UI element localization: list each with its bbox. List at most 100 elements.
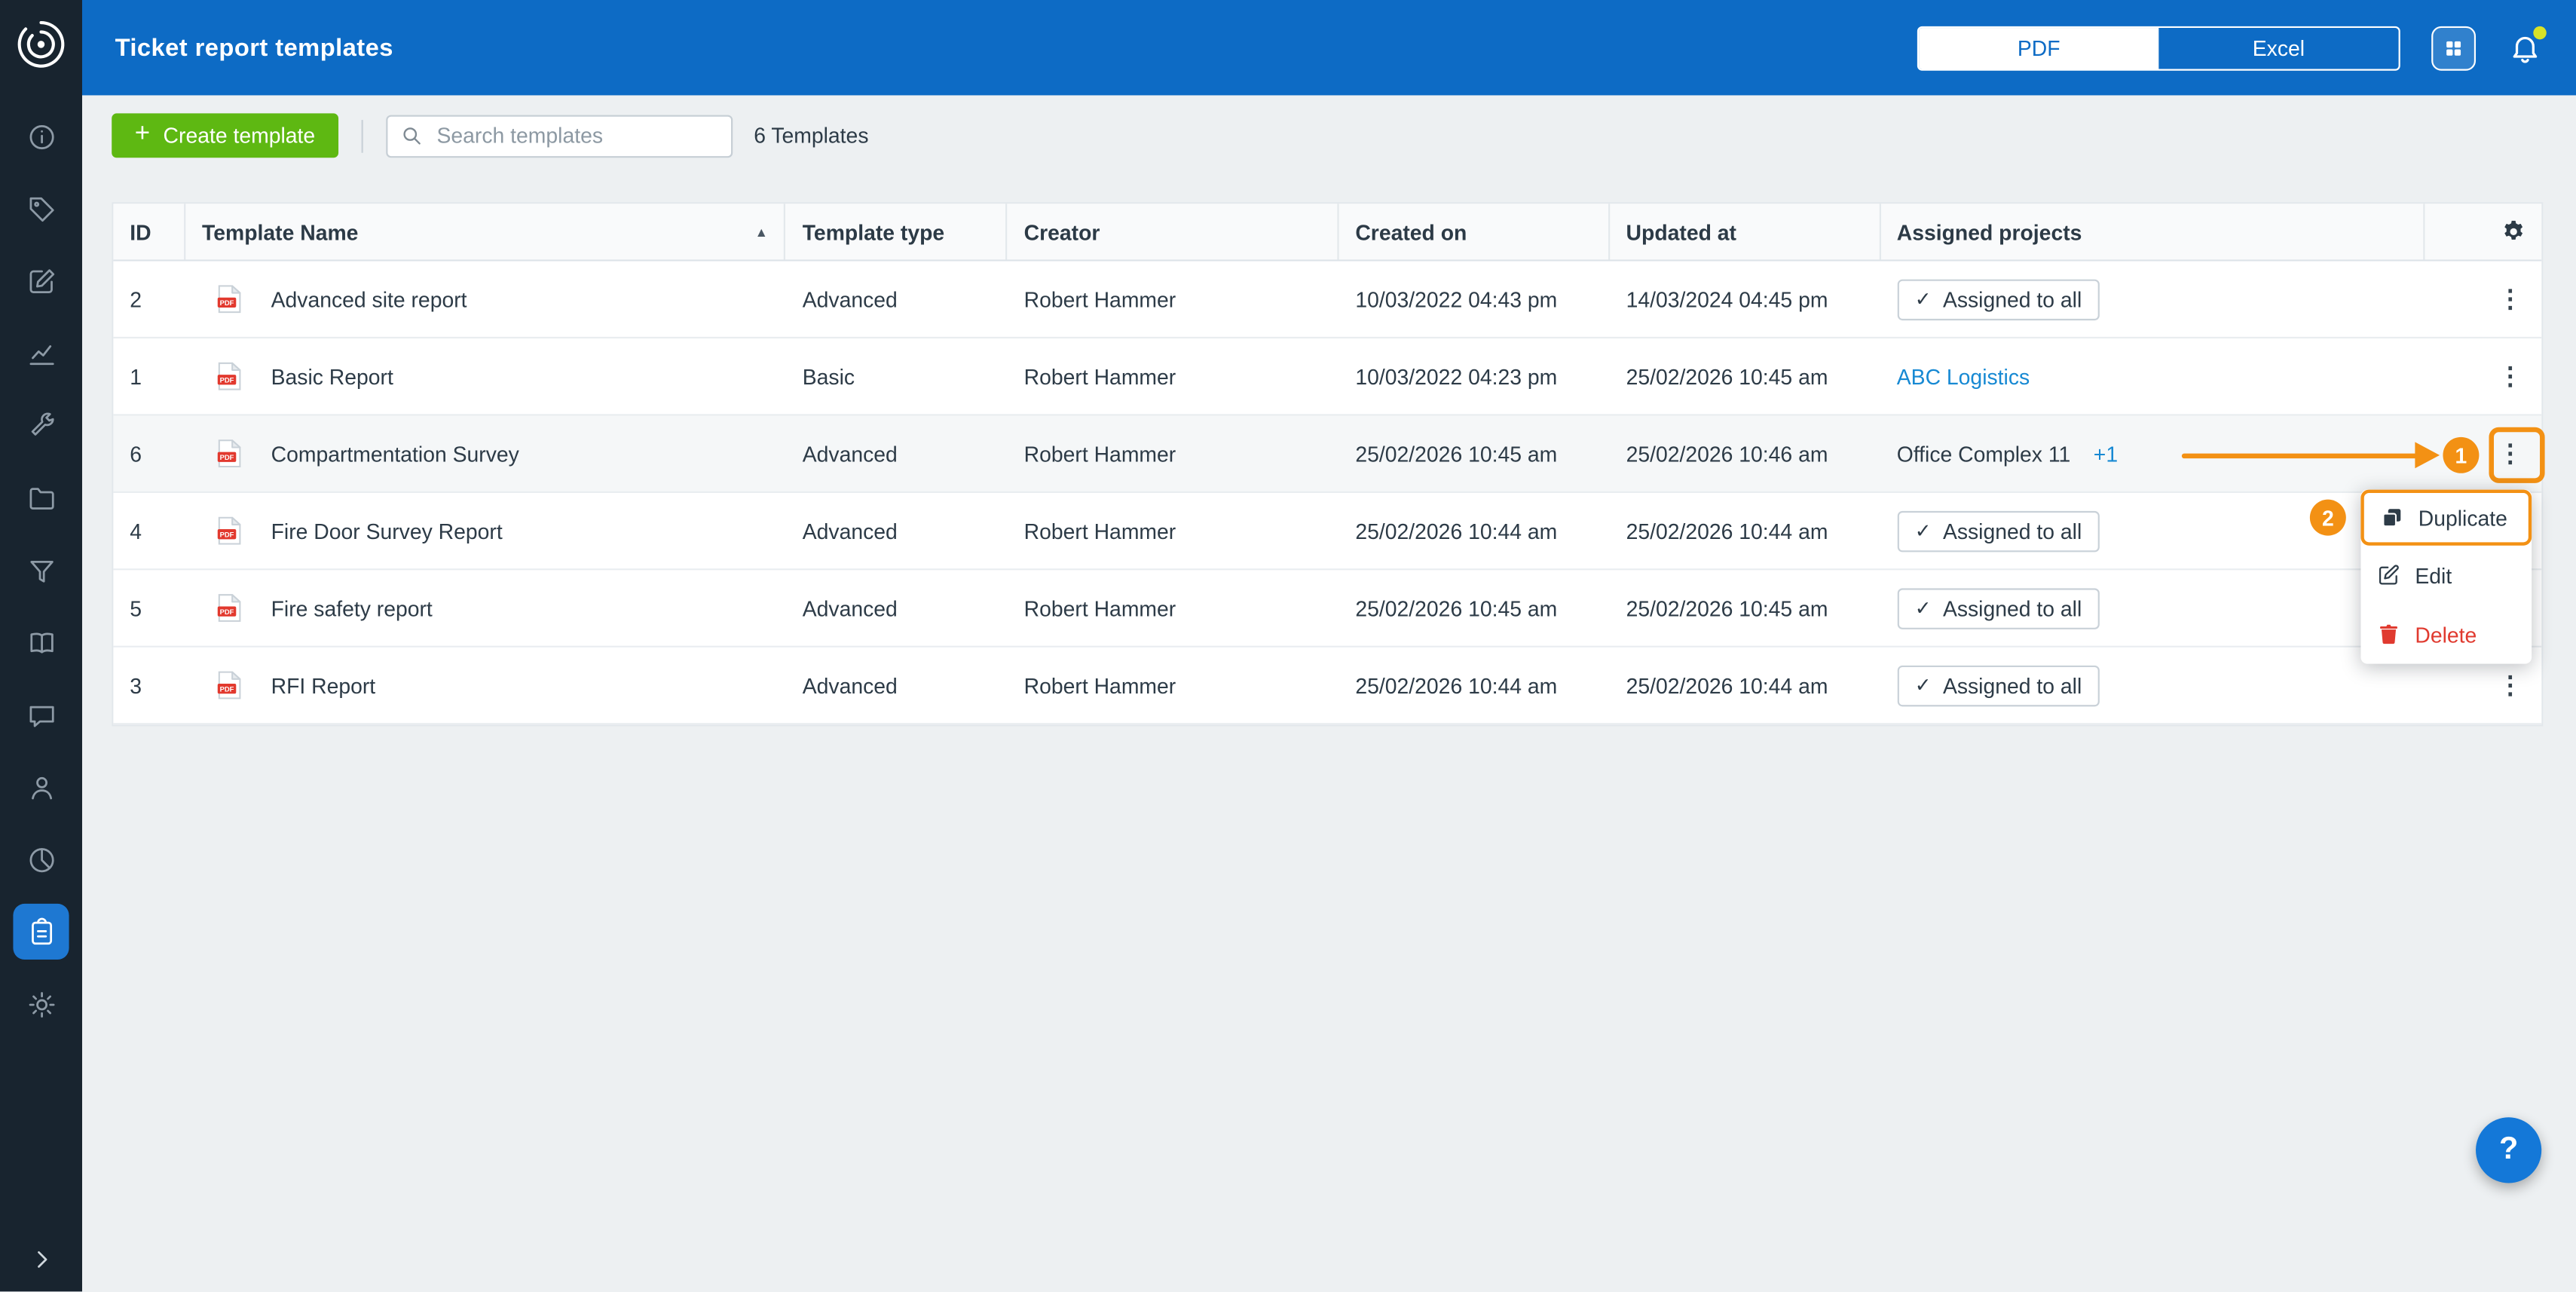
cell-template-name: PDF Fire Door Survey Report	[185, 493, 786, 568]
column-header-template-name[interactable]: Template Name▲	[185, 204, 786, 259]
svg-text:PDF: PDF	[220, 376, 234, 384]
cell-id: 3	[113, 648, 185, 723]
column-label: Template type	[803, 219, 944, 244]
cell-created-on: 25/02/2026 10:44 am	[1339, 648, 1610, 723]
tickets-icon	[26, 265, 57, 296]
sidebar-item-templates[interactable]	[13, 904, 69, 960]
check-icon: ✓	[1915, 598, 1932, 617]
plus-icon: +	[135, 121, 150, 148]
cell-updated-at: 25/02/2026 10:45 am	[1610, 338, 1880, 414]
cell-created-on: 25/02/2026 10:44 am	[1339, 493, 1610, 568]
menu-item-edit[interactable]: Edit	[2360, 546, 2532, 605]
edit-icon	[2377, 564, 2400, 587]
sidebar-item-equipment[interactable]	[13, 398, 69, 454]
annotation-arrow	[2182, 454, 2422, 459]
search-box	[386, 114, 733, 157]
cell-template-type: Advanced	[786, 570, 1008, 645]
knowledge-base-icon	[26, 627, 57, 658]
assigned-to-all-badge[interactable]: ✓Assigned to all	[1897, 278, 2100, 319]
cell-creator: Robert Hammer	[1008, 493, 1339, 568]
main-content: + Create template 6 Templates ID Template…	[82, 95, 2576, 1291]
assigned-project-link[interactable]: ABC Logistics	[1897, 364, 2030, 389]
check-icon: ✓	[1915, 675, 1932, 695]
row-actions-menu-button[interactable]: ⋮	[2487, 276, 2533, 322]
cell-actions: ⋮	[2425, 338, 2542, 414]
sidebar-item-settings[interactable]	[13, 976, 69, 1032]
assigned-to-all-badge[interactable]: ✓Assigned to all	[1897, 587, 2100, 628]
table-column-settings-icon[interactable]	[2501, 219, 2527, 245]
column-label: ID	[130, 219, 151, 244]
column-header-created-on[interactable]: Created on	[1339, 204, 1610, 259]
template-name-text[interactable]: Advanced site report	[271, 286, 467, 311]
column-label: Updated at	[1626, 219, 1736, 244]
column-header-creator[interactable]: Creator	[1008, 204, 1339, 259]
menu-item-delete[interactable]: Delete	[2360, 605, 2532, 663]
create-template-button[interactable]: + Create template	[112, 113, 338, 158]
sidebar-item-tickets[interactable]	[13, 253, 69, 309]
settings-icon	[26, 988, 57, 1019]
create-template-label: Create template	[164, 123, 316, 148]
column-label: Creator	[1024, 219, 1100, 244]
sidebar-item-info[interactable]	[13, 109, 69, 164]
sidebar-expand-button[interactable]	[0, 1248, 82, 1272]
apps-icon[interactable]	[2431, 26, 2476, 70]
trash-icon	[2377, 623, 2400, 646]
template-name-text[interactable]: Basic Report	[271, 364, 393, 389]
sidebar-item-knowledge-base[interactable]	[13, 614, 69, 670]
templates-table: ID Template Name▲ Template type Creator Crea…	[112, 202, 2543, 726]
column-header-updated-at[interactable]: Updated at	[1610, 204, 1880, 259]
row-actions-menu-button[interactable]: ⋮	[2487, 662, 2533, 708]
cell-id: 6	[113, 416, 185, 491]
cell-creator: Robert Hammer	[1008, 416, 1339, 491]
users-icon	[26, 771, 57, 802]
template-count: 6 Templates	[754, 123, 868, 148]
table-row: 3PDFRFI ReportAdvancedRobert Hammer25/02…	[113, 648, 2541, 724]
sidebar-item-reports[interactable]	[13, 831, 69, 887]
statistics-icon	[26, 338, 57, 369]
menu-item-label: Duplicate	[2418, 505, 2507, 530]
assigned-to-all-badge[interactable]: ✓Assigned to all	[1897, 510, 2100, 551]
template-name-text[interactable]: Fire safety report	[271, 595, 433, 620]
cell-updated-at: 25/02/2026 10:44 am	[1610, 493, 1880, 568]
search-input[interactable]	[433, 121, 717, 149]
sidebar-item-tags[interactable]	[13, 181, 69, 237]
search-icon	[401, 125, 422, 146]
cell-id: 5	[113, 570, 185, 645]
cell-creator: Robert Hammer	[1008, 338, 1339, 414]
reports-icon	[26, 843, 57, 874]
app-logo-icon[interactable]	[13, 17, 69, 72]
template-name-text[interactable]: RFI Report	[271, 673, 376, 698]
badge-label: Assigned to all	[1943, 519, 2082, 543]
notification-bell-icon[interactable]	[2507, 28, 2543, 67]
pdf-file-icon: PDF	[217, 516, 242, 545]
column-header-template-type[interactable]: Template type	[786, 204, 1008, 259]
annotation-step-2-badge: 2	[2310, 500, 2346, 536]
cell-template-name: PDF Basic Report	[185, 338, 786, 414]
help-button[interactable]: ?	[2476, 1117, 2541, 1183]
column-header-assigned-projects[interactable]: Assigned projects	[1880, 204, 2425, 259]
column-header-id[interactable]: ID	[113, 204, 185, 259]
equipment-icon	[26, 410, 57, 441]
notification-dot	[2533, 26, 2546, 39]
cell-updated-at: 14/03/2024 04:45 pm	[1610, 262, 1880, 337]
pdf-file-icon: PDF	[217, 670, 242, 700]
column-label: Template Name	[202, 219, 358, 244]
menu-item-duplicate[interactable]: Duplicate	[2360, 490, 2532, 546]
templates-icon	[26, 916, 57, 947]
menu-item-label: Delete	[2415, 622, 2477, 647]
more-projects-link[interactable]: +1	[2094, 441, 2118, 466]
sidebar-item-statistics[interactable]	[13, 326, 69, 381]
sidebar-item-documents[interactable]	[13, 470, 69, 525]
toolbar-divider	[361, 119, 363, 152]
pdf-toggle-button[interactable]: PDF	[1919, 27, 2158, 68]
assigned-to-all-badge[interactable]: ✓Assigned to all	[1897, 665, 2100, 706]
sidebar-item-users[interactable]	[13, 759, 69, 815]
table-row: 4PDFFire Door Survey ReportAdvancedRober…	[113, 493, 2541, 570]
excel-toggle-button[interactable]: Excel	[2158, 27, 2398, 68]
cell-assigned-projects: ✓Assigned to all	[1880, 648, 2425, 723]
sidebar-item-filter[interactable]	[13, 542, 69, 598]
row-actions-menu-button[interactable]: ⋮	[2487, 354, 2533, 400]
template-name-text[interactable]: Fire Door Survey Report	[271, 519, 503, 543]
template-name-text[interactable]: Compartmentation Survey	[271, 441, 519, 466]
sidebar-item-feedback[interactable]	[13, 687, 69, 742]
